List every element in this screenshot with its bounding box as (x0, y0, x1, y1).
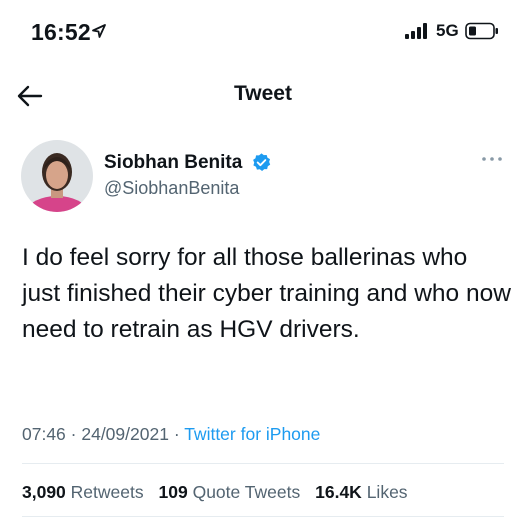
verified-badge-icon (253, 153, 271, 171)
status-bar: 16:52 5G (0, 0, 526, 64)
retweets-count: 3,090 (22, 482, 66, 502)
location-arrow-icon (92, 24, 106, 38)
network-type: 5G (436, 21, 459, 40)
meta-separator: · (65, 424, 82, 444)
retweets-label: Retweets (70, 482, 144, 502)
likes-label: Likes (366, 482, 408, 502)
signal-icon (405, 23, 427, 39)
tweet-date: 24/09/2021 (81, 424, 169, 444)
retweets-stat[interactable]: 3,090 Retweets (22, 482, 144, 502)
tweet-stats: 3,090 Retweets 109 Quote Tweets 16.4K Li… (22, 482, 418, 503)
avatar-image (21, 140, 93, 212)
avatar[interactable] (21, 140, 93, 212)
quote-tweets-count: 109 (158, 482, 188, 502)
likes-stat[interactable]: 16.4K Likes (315, 482, 407, 502)
tweet-time: 07:46 (22, 424, 66, 444)
quote-tweets-stat[interactable]: 109 Quote Tweets (159, 482, 301, 502)
divider (22, 463, 504, 464)
battery-icon (465, 22, 498, 40)
tweet-meta: 07:46 · 24/09/2021 · Twitter for iPhone (22, 424, 320, 445)
page-title: Tweet (234, 82, 292, 105)
divider (22, 516, 504, 517)
author-handle[interactable]: @SiobhanBenita (104, 178, 239, 199)
tweet-source-link[interactable]: Twitter for iPhone (184, 424, 320, 444)
tweet-text: I do feel sorry for all those ballerinas… (22, 244, 511, 343)
likes-count: 16.4K (315, 482, 362, 502)
quote-tweets-label: Quote Tweets (192, 482, 301, 502)
more-options-icon[interactable] (480, 152, 504, 166)
author-name[interactable]: Siobhan Benita (104, 152, 242, 174)
meta-separator: · (168, 424, 185, 444)
status-time: 16:52 (31, 19, 91, 45)
